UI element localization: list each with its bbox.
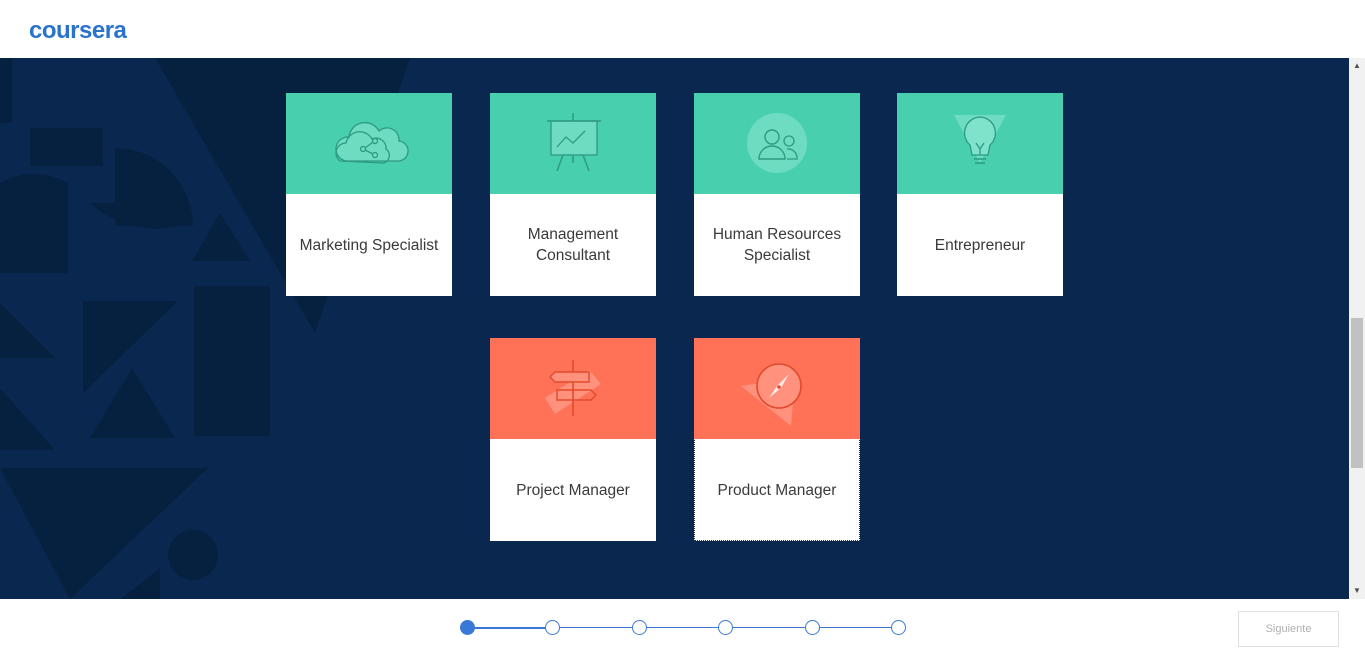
step-dot-1[interactable] [460,620,475,635]
signpost-icon [545,360,601,416]
step-dot-3[interactable] [632,620,647,635]
card-management-consultant[interactable]: Management Consultant [490,93,656,296]
next-button[interactable]: Siguiente [1238,611,1339,647]
card-label: Human Resources Specialist [712,226,842,264]
card-project-manager[interactable]: Project Manager [490,338,656,541]
step-dot-4[interactable] [718,620,733,635]
header: coursera [0,0,1365,58]
step-dot-6[interactable] [891,620,906,635]
card-header [490,93,656,194]
progress-stepper [458,619,914,637]
scroll-down-arrow-icon[interactable]: ▼ [1349,583,1365,599]
footer: Siguiente [0,599,1365,657]
svg-text:coursera: coursera [29,17,128,44]
cloud-share-icon [335,122,409,164]
card-label: Entrepreneur [934,236,1026,254]
compass-icon [741,363,802,426]
presentation-board-icon [547,113,601,172]
main-content: Marketing Specialist Management Consulta… [0,58,1349,599]
card-header [286,93,452,194]
lightbulb-icon [954,115,1006,164]
step-connector [559,627,638,628]
card-header [694,338,860,439]
card-label: Marketing Specialist [299,236,439,254]
coursera-logo[interactable]: coursera [29,14,145,46]
card-marketing-specialist[interactable]: Marketing Specialist [286,93,452,296]
step-connector [646,627,725,628]
card-entrepreneur[interactable]: Entrepreneur [897,93,1063,296]
card-header [490,338,656,439]
card-label: Project Manager [516,481,630,499]
card-product-manager[interactable]: Product Manager [694,338,860,541]
people-icon [747,113,807,173]
scroll-up-arrow-icon[interactable]: ▲ [1349,58,1365,74]
card-header [694,93,860,194]
step-connector [470,627,552,629]
card-label: Management Consultant [527,226,619,264]
scroll-thumb[interactable] [1351,318,1363,468]
step-connector [819,627,898,628]
card-header [897,93,1063,194]
card-human-resources-specialist[interactable]: Human Resources Specialist [694,93,860,296]
step-dot-5[interactable] [805,620,820,635]
step-dot-2[interactable] [545,620,560,635]
vertical-scrollbar[interactable]: ▲ ▼ [1349,58,1365,599]
step-connector [733,627,811,628]
card-label: Product Manager [717,481,837,499]
